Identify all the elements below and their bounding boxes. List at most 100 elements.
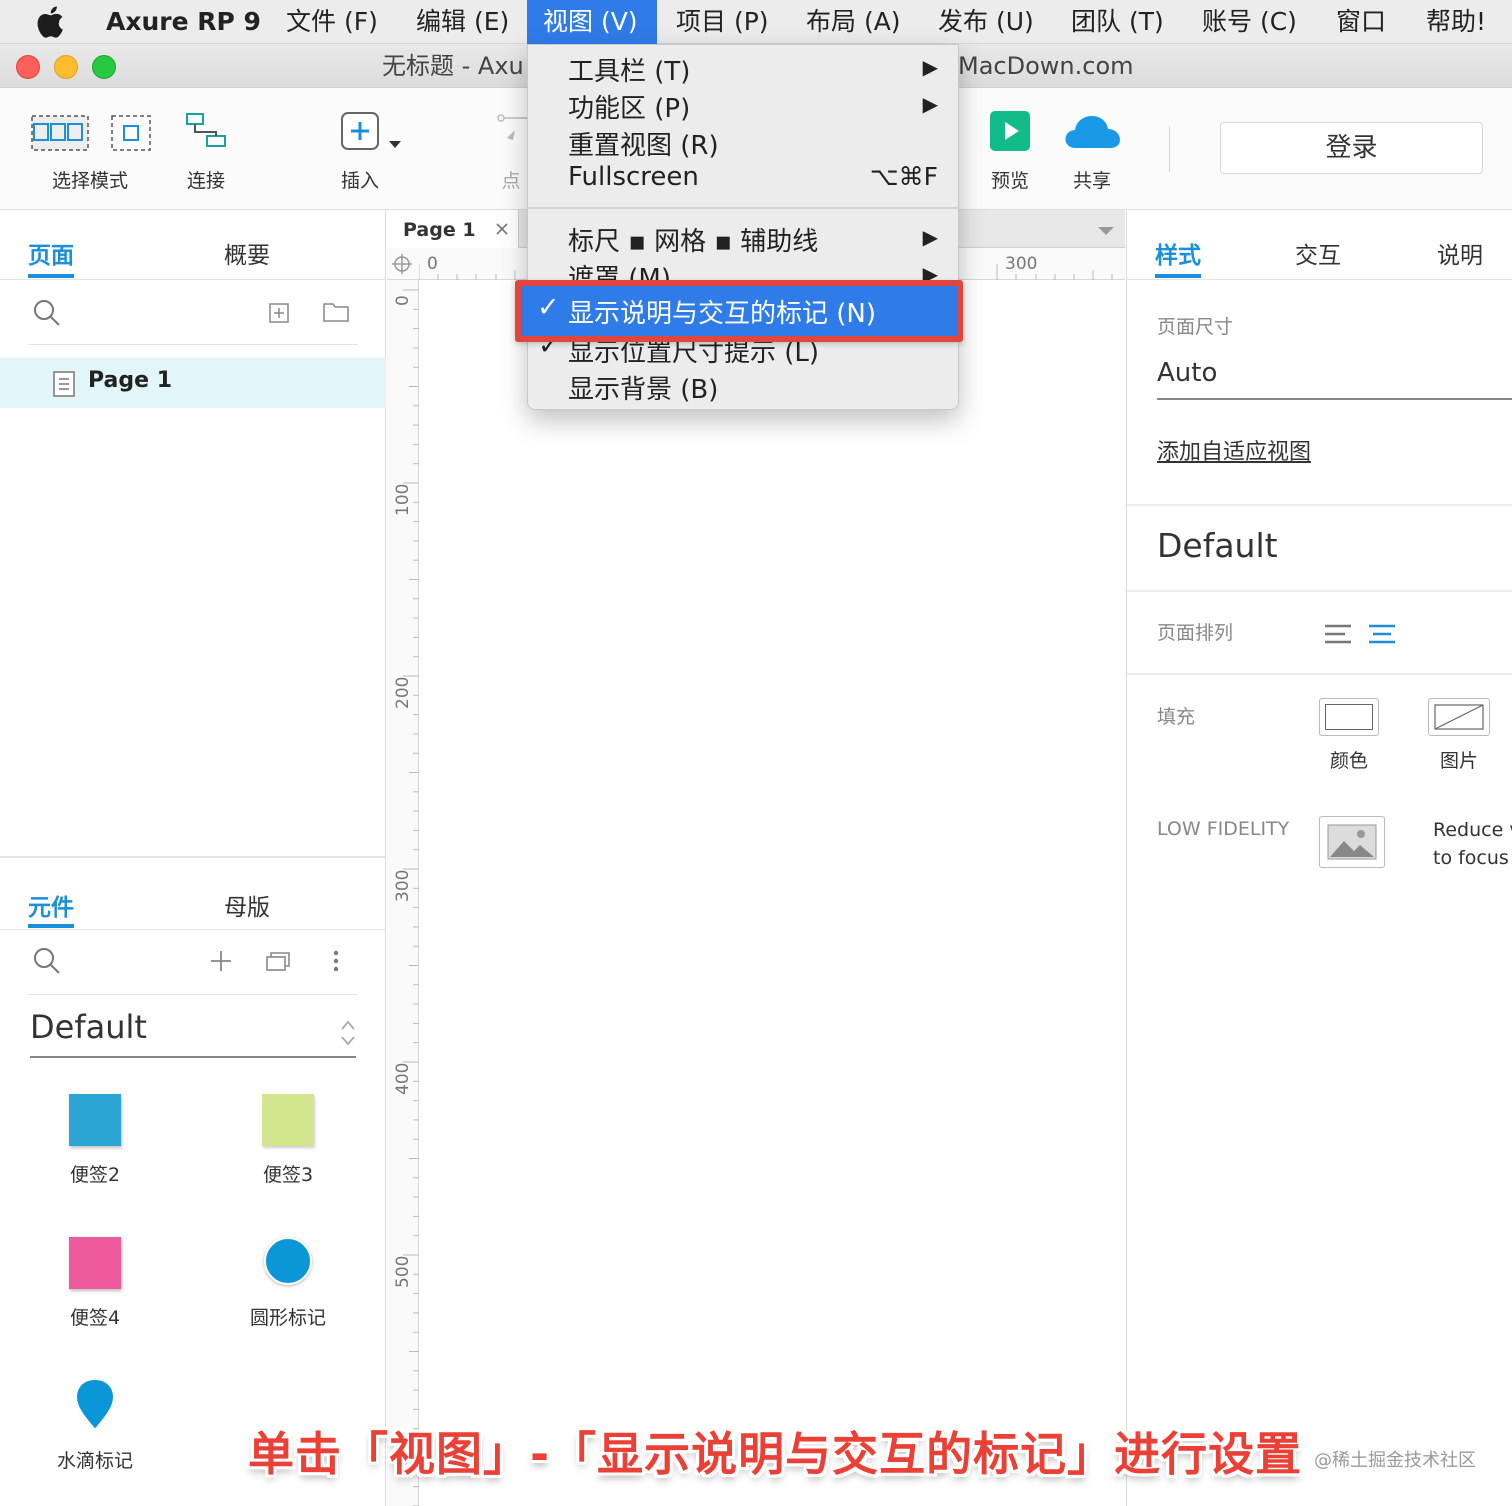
style-name[interactable]: Default xyxy=(1157,526,1278,565)
menu-arrange[interactable]: 布局 (A) xyxy=(790,0,917,44)
library-select[interactable]: Default xyxy=(30,1008,356,1058)
add-adaptive-view-link[interactable]: 添加自适应视图 xyxy=(1157,434,1311,466)
widget-label: 水滴标记 xyxy=(56,1450,133,1472)
ruler-label-0: 0 xyxy=(393,295,413,306)
login-button[interactable]: 登录 xyxy=(1220,122,1483,174)
select-mode-button[interactable]: 选择模式 xyxy=(20,88,160,210)
menu-team[interactable]: 团队 (T) xyxy=(1055,0,1180,44)
menu-publish[interactable]: 发布 (U) xyxy=(922,0,1050,44)
search-divider xyxy=(28,344,358,345)
menu-item-rulers-grid-guides[interactable]: 标尺 ▪ 网格 ▪ 辅助线 ▶ xyxy=(528,219,960,257)
low-fidelity-toggle[interactable] xyxy=(1319,816,1385,868)
menu-help[interactable]: 帮助! xyxy=(1410,0,1502,44)
menu-item-label: 显示说明与交互的标记 (N) xyxy=(568,299,877,329)
toolbar-divider xyxy=(1169,126,1170,172)
select-mode-icon xyxy=(31,115,151,151)
insert-dropdown-icon[interactable] xyxy=(388,140,402,150)
landscape-image-icon xyxy=(1327,824,1377,860)
menu-project[interactable]: 项目 (P) xyxy=(660,0,785,44)
low-fidelity-desc-line-1: Reduce v xyxy=(1433,819,1512,841)
tab-outline[interactable]: 概要 xyxy=(224,236,270,270)
tab-pages[interactable]: 页面 xyxy=(28,236,74,270)
menu-item-label: 工具栏 (T) xyxy=(568,57,691,87)
low-fidelity-description: Reduce v to focus o xyxy=(1433,816,1512,872)
menu-account[interactable]: 账号 (C) xyxy=(1186,0,1313,44)
menu-edit[interactable]: 编辑 (E) xyxy=(400,0,525,44)
ruler-label-200: 200 xyxy=(393,676,413,709)
insert-button[interactable]: 插入 xyxy=(322,88,398,210)
tab-notes[interactable]: 说明 xyxy=(1437,236,1483,270)
tab-widgets[interactable]: 元件 xyxy=(28,888,74,922)
preview-button[interactable]: 预览 xyxy=(975,88,1045,210)
more-options-icon[interactable] xyxy=(330,948,342,974)
preview-label: 预览 xyxy=(990,170,1029,192)
menu-item-toolbar[interactable]: 工具栏 (T) ▶ xyxy=(528,49,960,87)
apple-logo-icon[interactable] xyxy=(36,4,70,40)
widget-sticky-2[interactable]: 便签2 xyxy=(25,1088,165,1208)
connect-label: 连接 xyxy=(186,170,225,192)
checkmark-icon: ✓ xyxy=(537,292,560,323)
document-tab[interactable]: Page 1 xyxy=(387,210,519,248)
align-left-icon[interactable] xyxy=(1323,622,1353,646)
page-list-item[interactable]: Page 1 xyxy=(0,358,386,408)
section-divider xyxy=(1127,504,1512,506)
pages-panel: 页面 概要 Page 1 xyxy=(0,210,386,856)
share-button[interactable]: 共享 xyxy=(1056,88,1128,210)
search-icon[interactable] xyxy=(32,298,62,328)
ruler-origin-icon[interactable] xyxy=(391,253,413,275)
menu-item-panes[interactable]: 功能区 (P) ▶ xyxy=(528,86,960,124)
tabs-divider xyxy=(1127,279,1512,280)
menu-item-fullscreen[interactable]: Fullscreen ⌥⌘F xyxy=(528,160,960,197)
menu-view[interactable]: 视图 (V) xyxy=(527,0,657,44)
zoom-window-button[interactable] xyxy=(92,55,116,79)
document-tab-label: Page 1 xyxy=(403,219,476,241)
widget-drop-marker[interactable]: 水滴标记 xyxy=(25,1374,165,1494)
add-folder-icon[interactable] xyxy=(322,300,350,324)
image-placeholder-icon xyxy=(1434,704,1484,730)
tab-masters[interactable]: 母版 xyxy=(224,888,270,922)
close-tab-icon[interactable] xyxy=(495,222,509,236)
watermark: @稀土掘金技术社区 xyxy=(1314,1450,1476,1471)
menu-app-name[interactable]: Axure RP 9 xyxy=(90,0,277,44)
minimize-window-button[interactable] xyxy=(54,55,78,79)
section-divider xyxy=(1127,673,1512,675)
menu-item-label: 标尺 ▪ 网格 ▪ 辅助线 xyxy=(568,227,819,257)
section-divider xyxy=(1127,590,1512,592)
connect-button[interactable]: 连接 xyxy=(170,88,242,210)
menu-item-label: 功能区 (P) xyxy=(568,94,691,124)
connector-icon xyxy=(186,113,226,147)
fill-label: 填充 xyxy=(1157,706,1196,728)
fill-color-swatch[interactable] xyxy=(1319,698,1379,736)
drop-marker-icon xyxy=(74,1377,116,1432)
widget-circle-marker[interactable]: 圆形标记 xyxy=(218,1231,358,1351)
search-icon[interactable] xyxy=(32,946,62,976)
insert-label: 插入 xyxy=(340,170,379,192)
library-manager-icon[interactable] xyxy=(264,948,294,974)
page-align-label: 页面排列 xyxy=(1157,622,1234,644)
page-size-select[interactable]: Auto xyxy=(1157,358,1512,400)
align-center-icon[interactable] xyxy=(1367,622,1397,646)
fill-color-label: 颜色 xyxy=(1329,750,1368,772)
submenu-arrow-icon: ▶ xyxy=(922,92,938,116)
tab-interactions[interactable]: 交互 xyxy=(1295,236,1341,270)
low-fidelity-label: LOW FIDELITY xyxy=(1157,818,1290,840)
page-name: Page 1 xyxy=(88,368,173,393)
menu-window[interactable]: 窗口 xyxy=(1320,0,1402,44)
widget-sticky-4[interactable]: 便签4 xyxy=(25,1231,165,1351)
tab-overflow-chevron-icon[interactable] xyxy=(1097,226,1115,236)
color-swatch-icon xyxy=(1325,704,1373,730)
fill-image-label: 图片 xyxy=(1439,750,1478,772)
add-page-icon[interactable] xyxy=(268,302,290,324)
vertical-ruler: 0 100 200 300 400 500 xyxy=(387,280,419,1506)
menu-item-show-background[interactable]: 显示背景 (B) xyxy=(528,367,960,405)
menu-file[interactable]: 文件 (F) xyxy=(270,0,394,44)
menu-item-show-notes-and-interactions[interactable]: ✓ 显示说明与交互的标记 (N) xyxy=(515,280,963,342)
add-library-icon[interactable] xyxy=(208,948,234,974)
tab-widgets-indicator xyxy=(28,924,74,928)
widget-sticky-3[interactable]: 便签3 xyxy=(218,1088,358,1208)
close-window-button[interactable] xyxy=(16,55,40,79)
menu-item-reset-view[interactable]: 重置视图 (R) xyxy=(528,123,960,161)
tab-style[interactable]: 样式 xyxy=(1155,236,1201,270)
submenu-arrow-icon: ▶ xyxy=(922,55,938,79)
fill-image-swatch[interactable] xyxy=(1428,698,1490,736)
